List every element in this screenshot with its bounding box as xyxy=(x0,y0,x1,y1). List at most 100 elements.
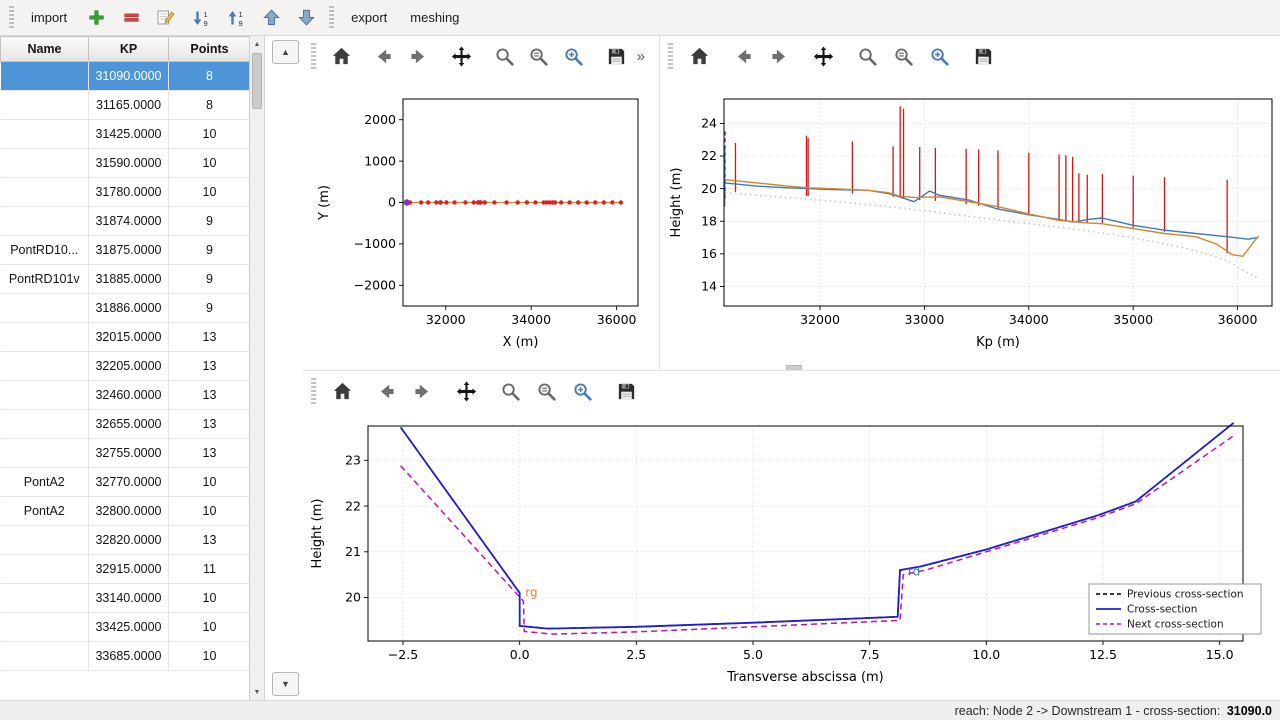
remove-button[interactable] xyxy=(116,4,146,32)
cell-points[interactable]: 10 xyxy=(169,642,251,671)
cell-name[interactable] xyxy=(1,555,89,584)
cell-kp[interactable]: 31874.0000 xyxy=(89,207,169,236)
table-row[interactable]: 32205.000013 xyxy=(1,352,251,381)
customize-button[interactable] xyxy=(567,376,597,406)
export-button[interactable]: export xyxy=(341,5,397,30)
add-button[interactable] xyxy=(81,4,111,32)
sort-ascending-button[interactable]: 19 xyxy=(221,4,251,32)
cell-points[interactable]: 13 xyxy=(169,323,251,352)
table-row[interactable]: 32655.000013 xyxy=(1,410,251,439)
cell-name[interactable]: PontA2 xyxy=(1,497,89,526)
cell-kp[interactable]: 32655.0000 xyxy=(89,410,169,439)
import-button[interactable]: import xyxy=(21,5,77,30)
table-row[interactable]: 32820.000013 xyxy=(1,526,251,555)
cell-kp[interactable]: 32015.0000 xyxy=(89,323,169,352)
cell-points[interactable]: 8 xyxy=(169,91,251,120)
section-up-button[interactable]: ▲ xyxy=(272,40,299,64)
table-row[interactable]: PontA232770.000010 xyxy=(1,468,251,497)
column-header-name[interactable]: Name xyxy=(1,37,89,62)
trace-chart[interactable]: 320003400036000−2000−1000010002000X (m)Y… xyxy=(303,76,655,364)
cell-points[interactable]: 9 xyxy=(169,294,251,323)
cell-name[interactable] xyxy=(1,439,89,468)
scroll-down-icon[interactable]: ▼ xyxy=(250,685,264,699)
cell-points[interactable]: 10 xyxy=(169,149,251,178)
cell-name[interactable] xyxy=(1,62,89,91)
save-button[interactable] xyxy=(602,41,631,71)
cell-name[interactable] xyxy=(1,207,89,236)
zoom-button[interactable] xyxy=(852,41,882,71)
table-row[interactable]: 33425.000010 xyxy=(1,613,251,642)
customize-button[interactable] xyxy=(924,41,954,71)
forward-button[interactable] xyxy=(764,41,794,71)
pan-button[interactable] xyxy=(451,376,481,406)
cell-points[interactable]: 9 xyxy=(169,265,251,294)
home-button[interactable] xyxy=(327,41,356,71)
forward-button[interactable] xyxy=(404,41,433,71)
back-button[interactable] xyxy=(371,376,401,406)
cell-name[interactable] xyxy=(1,149,89,178)
cell-name[interactable] xyxy=(1,381,89,410)
cell-points[interactable]: 9 xyxy=(169,207,251,236)
cell-name[interactable]: PontRD10... xyxy=(1,236,89,265)
cell-kp[interactable]: 31165.0000 xyxy=(89,91,169,120)
cell-kp[interactable]: 31090.0000 xyxy=(89,62,169,91)
cell-points[interactable]: 10 xyxy=(169,584,251,613)
home-button[interactable] xyxy=(327,376,357,406)
back-button[interactable] xyxy=(728,41,758,71)
cell-points[interactable]: 13 xyxy=(169,410,251,439)
cell-kp[interactable]: 31875.0000 xyxy=(89,236,169,265)
configure-subplots-button[interactable] xyxy=(531,376,561,406)
cell-name[interactable] xyxy=(1,526,89,555)
cell-name[interactable]: PontA2 xyxy=(1,468,89,497)
cell-kp[interactable]: 32820.0000 xyxy=(89,526,169,555)
table-row[interactable]: 32015.000013 xyxy=(1,323,251,352)
table-row[interactable]: 32755.000013 xyxy=(1,439,251,468)
cross-section-chart[interactable]: rgrd−2.50.02.55.07.510.012.515.020212223… xyxy=(303,411,1278,701)
scrollbar-thumb[interactable] xyxy=(252,53,262,109)
cell-kp[interactable]: 31590.0000 xyxy=(89,149,169,178)
pan-button[interactable] xyxy=(808,41,838,71)
cell-points[interactable]: 10 xyxy=(169,120,251,149)
zoom-button[interactable] xyxy=(490,41,519,71)
cell-kp[interactable]: 32800.0000 xyxy=(89,497,169,526)
table-row[interactable]: 31090.00008 xyxy=(1,62,251,91)
sort-descending-button[interactable]: 19 xyxy=(186,4,216,32)
cell-points[interactable]: 10 xyxy=(169,178,251,207)
cell-name[interactable] xyxy=(1,584,89,613)
cell-name[interactable] xyxy=(1,352,89,381)
cell-name[interactable] xyxy=(1,120,89,149)
cell-kp[interactable]: 31885.0000 xyxy=(89,265,169,294)
toolbar-overflow-chevron[interactable]: » xyxy=(637,48,645,65)
cell-name[interactable] xyxy=(1,294,89,323)
cell-points[interactable]: 10 xyxy=(169,613,251,642)
table-row[interactable]: 31780.000010 xyxy=(1,178,251,207)
table-row[interactable]: 32460.000013 xyxy=(1,381,251,410)
cell-kp[interactable]: 32205.0000 xyxy=(89,352,169,381)
column-header-points[interactable]: Points xyxy=(169,37,251,62)
cell-kp[interactable]: 31886.0000 xyxy=(89,294,169,323)
cell-kp[interactable]: 33685.0000 xyxy=(89,642,169,671)
cell-kp[interactable]: 31780.0000 xyxy=(89,178,169,207)
cell-name[interactable] xyxy=(1,178,89,207)
cell-kp[interactable]: 32915.0000 xyxy=(89,555,169,584)
meshing-button[interactable]: meshing xyxy=(400,5,469,30)
table-row[interactable]: 33685.000010 xyxy=(1,642,251,671)
cell-name[interactable] xyxy=(1,91,89,120)
configure-subplots-button[interactable] xyxy=(888,41,918,71)
save-button[interactable] xyxy=(611,376,641,406)
table-row[interactable]: 33140.000010 xyxy=(1,584,251,613)
zoom-button[interactable] xyxy=(495,376,525,406)
move-down-button[interactable] xyxy=(291,4,321,32)
table-row[interactable]: 31590.000010 xyxy=(1,149,251,178)
table-row[interactable]: 31886.00009 xyxy=(1,294,251,323)
cell-points[interactable]: 11 xyxy=(169,555,251,584)
table-row[interactable]: PontRD10...31875.00009 xyxy=(1,236,251,265)
cell-points[interactable]: 10 xyxy=(169,468,251,497)
cell-kp[interactable]: 33140.0000 xyxy=(89,584,169,613)
cell-name[interactable]: PontRD101v xyxy=(1,265,89,294)
customize-button[interactable] xyxy=(559,41,588,71)
cell-points[interactable]: 10 xyxy=(169,497,251,526)
cell-name[interactable] xyxy=(1,642,89,671)
cell-name[interactable] xyxy=(1,613,89,642)
cell-kp[interactable]: 31425.0000 xyxy=(89,120,169,149)
